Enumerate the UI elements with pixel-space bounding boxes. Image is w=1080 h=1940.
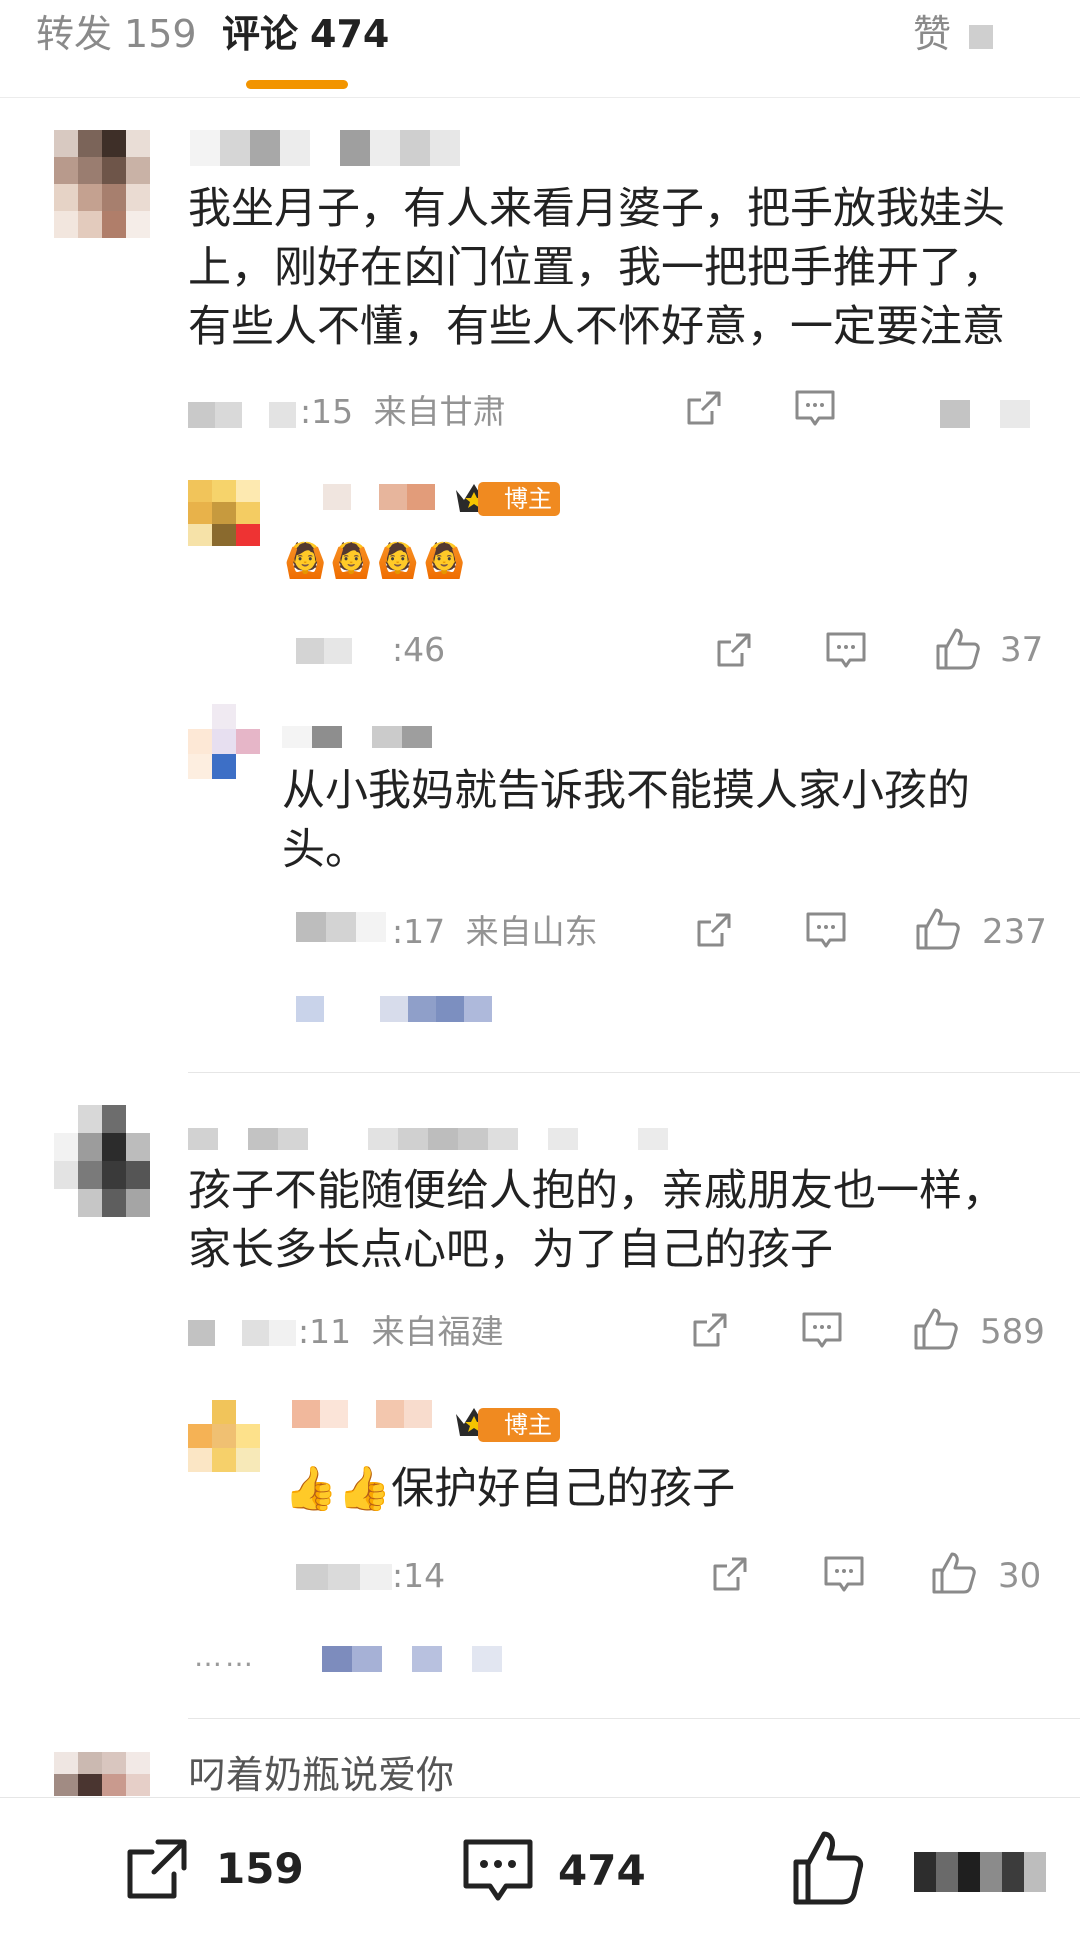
timestamp-blurred <box>296 1564 392 1590</box>
avatar[interactable] <box>188 704 260 780</box>
comment-count: 474 <box>558 1846 646 1895</box>
reply-text: 从小我妈就告诉我不能摸人家小孩的 头。 <box>282 766 970 875</box>
timestamp: :14 <box>392 1556 446 1595</box>
repost-action[interactable]: 159 <box>120 1834 310 1906</box>
like-action[interactable] <box>790 1828 1050 1912</box>
comment-meta: :15 来自甘肃 <box>300 392 506 432</box>
active-tab-indicator <box>246 80 348 89</box>
reply-emoji: 🙆🙆🙆🙆 <box>284 541 470 581</box>
thumbs-up-icon[interactable] <box>934 626 982 672</box>
avatar[interactable] <box>54 1752 150 1797</box>
thumbs-up-icon[interactable] <box>914 906 962 952</box>
blogger-badge: 博主 <box>478 482 560 516</box>
timestamp-blurred <box>188 402 296 428</box>
location: 来自福建 <box>371 1312 504 1351</box>
more-replies-indicator[interactable]: …… <box>194 1640 256 1673</box>
comment-icon[interactable] <box>804 910 848 952</box>
comment-text: 孩子不能随便给人抱的，亲戚朋友也一样， 家长多长点心吧，为了自己的孩子 <box>188 1166 1005 1275</box>
comment-text: 叼着奶瓶说爱你 <box>188 1753 455 1797</box>
username-blurred[interactable] <box>188 1128 728 1150</box>
share-icon[interactable] <box>708 1554 750 1596</box>
timestamp-blurred <box>296 912 388 942</box>
more-replies-blurred[interactable] <box>296 996 520 1022</box>
like-count: 37 <box>1000 630 1044 670</box>
comment-action[interactable]: 474 <box>460 1834 650 1910</box>
avatar[interactable] <box>54 130 150 238</box>
repost-count: 159 <box>216 1844 304 1893</box>
avatar[interactable] <box>188 480 260 546</box>
comment-meta: :11 来自福建 <box>298 1312 504 1352</box>
like-count: 237 <box>982 912 1047 952</box>
share-icon <box>127 1839 187 1899</box>
tab-comments-count: 474 <box>310 12 390 56</box>
share-icon[interactable] <box>692 910 734 952</box>
thumbs-up-icon[interactable] <box>930 1550 978 1596</box>
timestamp: :15 <box>300 392 354 431</box>
tab-likes[interactable]: 赞 <box>913 8 994 60</box>
location: 来自甘肃 <box>373 392 506 431</box>
comment-icon[interactable] <box>822 1554 866 1596</box>
tab-reposts-label: 转发 <box>36 12 113 56</box>
comment-text: 我坐月子，有人来看月婆子，把手放我娃头 上，刚好在囟门位置，我一把把手推开了， … <box>188 184 1005 352</box>
blogger-badge: 博主 <box>478 1408 560 1442</box>
username-blurred[interactable] <box>292 1400 432 1428</box>
avatar[interactable] <box>54 1105 150 1217</box>
tab-likes-count-blurred <box>969 24 994 49</box>
tab-reposts-count: 159 <box>124 12 197 56</box>
tab-likes-label: 赞 <box>913 12 952 56</box>
comment-icon[interactable] <box>800 1310 844 1352</box>
like-count-blurred[interactable] <box>910 400 1030 428</box>
thumbs-up-icon <box>793 1831 864 1905</box>
share-icon[interactable] <box>688 1310 730 1352</box>
timestamp: :17 <box>392 912 446 951</box>
timestamp: :46 <box>392 630 446 669</box>
comment-icon <box>463 1839 533 1901</box>
username-blurred[interactable] <box>295 484 435 510</box>
timestamp: :11 <box>298 1312 352 1351</box>
like-count: 589 <box>980 1312 1045 1352</box>
share-icon[interactable] <box>682 388 724 430</box>
tab-comments[interactable]: 评论 474 <box>222 8 389 60</box>
avatar[interactable] <box>188 1400 260 1472</box>
more-replies-blurred[interactable] <box>322 1646 502 1672</box>
reply-text: 👍👍保护好自己的孩子 <box>284 1464 736 1514</box>
location: 来自山东 <box>465 912 598 951</box>
tab-reposts[interactable]: 转发 159 <box>36 8 197 60</box>
comment-meta: :17 来自山东 <box>392 912 598 952</box>
comment-icon[interactable] <box>824 630 868 672</box>
username-blurred[interactable] <box>190 130 460 166</box>
bottom-action-bar: 159 474 <box>0 1797 1080 1940</box>
like-count-blurred <box>914 1852 1046 1892</box>
timestamp-blurred <box>296 638 352 664</box>
share-icon[interactable] <box>712 630 754 672</box>
comment-divider <box>188 1072 1080 1073</box>
comment-tab-bar: 转发 159 评论 474 赞 <box>0 0 1080 98</box>
thumbs-up-icon[interactable] <box>912 1306 960 1352</box>
tab-comments-label: 评论 <box>222 12 299 56</box>
comment-divider <box>188 1718 1080 1719</box>
timestamp-blurred <box>188 1320 296 1346</box>
comment-icon[interactable] <box>793 388 837 430</box>
username-blurred[interactable] <box>282 726 462 748</box>
like-count: 30 <box>998 1556 1042 1596</box>
